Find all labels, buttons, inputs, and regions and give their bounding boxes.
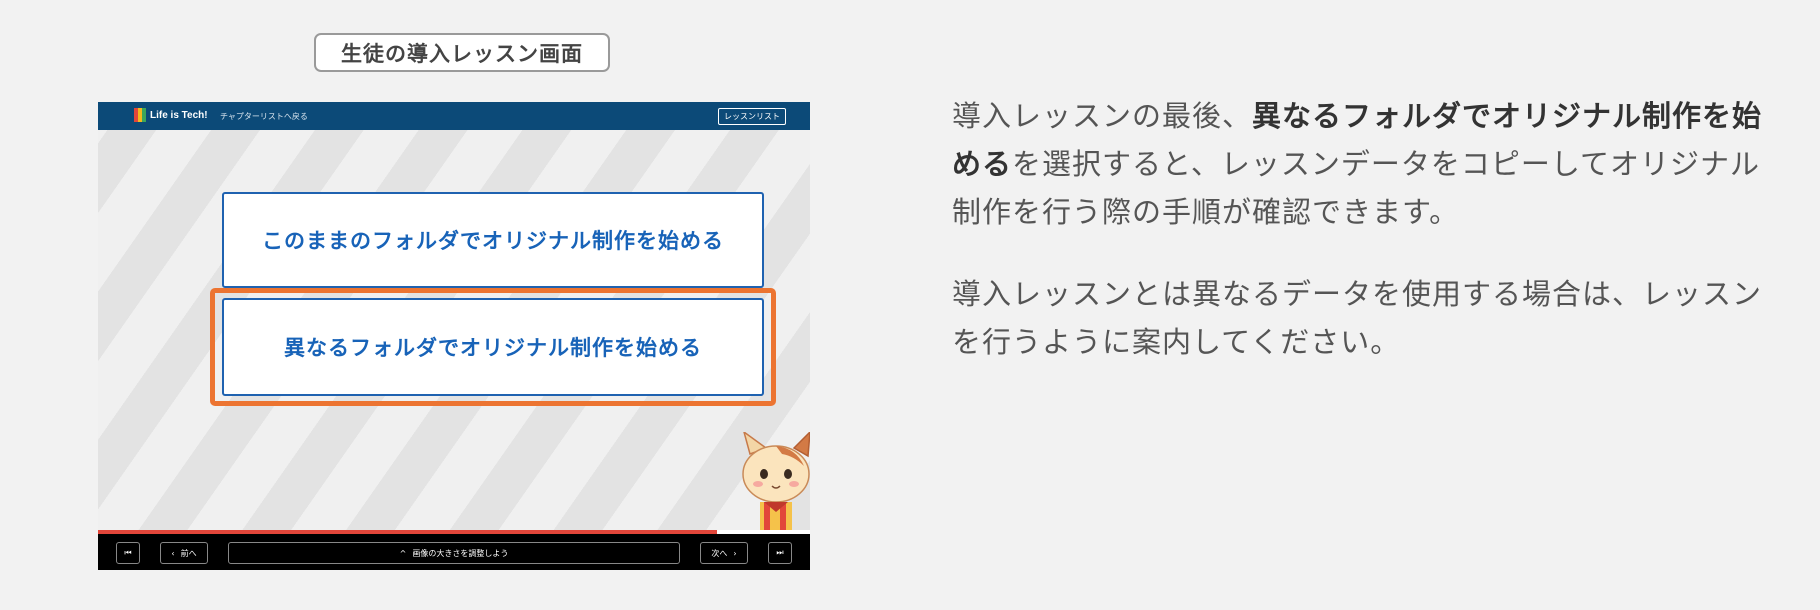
bottom-control-bar: ⏮ ‹ 前へ ^ 画像の大きさを調整しよう 次へ › ⏭ (98, 534, 810, 570)
cat-mascot (742, 432, 810, 532)
next-button[interactable]: 次へ › (700, 542, 748, 564)
description-paragraph-2: 導入レッスンとは異なるデータを使用する場合は、レッスンを行うように案内してくださ… (952, 277, 1763, 359)
current-step-selector[interactable]: ^ 画像の大きさを調整しよう (228, 542, 680, 564)
skip-last-icon: ⏭ (776, 548, 784, 557)
description-p1-lead: 導入レッスンの最後、 (952, 99, 1253, 133)
different-folder-option-button[interactable]: 異なるフォルダでオリジナル制作を始める (222, 298, 764, 396)
skip-first-button[interactable]: ⏮ (116, 542, 140, 564)
screen-caption-label: 生徒の導入レッスン画面 (314, 33, 610, 72)
current-step-title: 画像の大きさを調整しよう (412, 548, 509, 558)
top-bar: Life is Tech! チャプターリストへ戻る レッスンリスト (98, 102, 810, 130)
description-p1-tail: を選択すると、レッスンデータをコピーしてオリジナル制作を行う際の手順が確認できま… (952, 147, 1760, 229)
logo-mark-icon (134, 108, 146, 122)
chevron-right-icon: › (733, 548, 737, 558)
back-to-chapter-list-link[interactable]: チャプターリストへ戻る (220, 111, 308, 122)
previous-button[interactable]: ‹ 前へ (160, 542, 208, 564)
skip-first-icon: ⏮ (124, 548, 132, 557)
same-folder-option-button[interactable]: このままのフォルダでオリジナル制作を始める (222, 192, 764, 288)
skip-last-button[interactable]: ⏭ (768, 542, 792, 564)
description: 導入レッスンの最後、異なるフォルダでオリジナル制作を始めるを選択すると、レッスン… (952, 92, 1782, 366)
life-is-tech-logo[interactable]: Life is Tech! (134, 108, 208, 122)
logo-text: Life is Tech! (150, 109, 208, 121)
page: 生徒の導入レッスン画面 Life is Tech! チャプターリストへ戻る レッ… (0, 0, 1820, 610)
description-paragraph-1: 導入レッスンの最後、異なるフォルダでオリジナル制作を始めるを選択すると、レッスン… (952, 92, 1782, 236)
chevron-left-icon: ‹ (171, 548, 175, 558)
lesson-screen: Life is Tech! チャプターリストへ戻る レッスンリスト このままのフ… (98, 102, 810, 570)
previous-label: 前へ (180, 548, 197, 558)
lesson-list-button[interactable]: レッスンリスト (718, 108, 786, 125)
chevron-up-icon: ^ (399, 548, 407, 558)
next-label: 次へ (711, 548, 728, 558)
